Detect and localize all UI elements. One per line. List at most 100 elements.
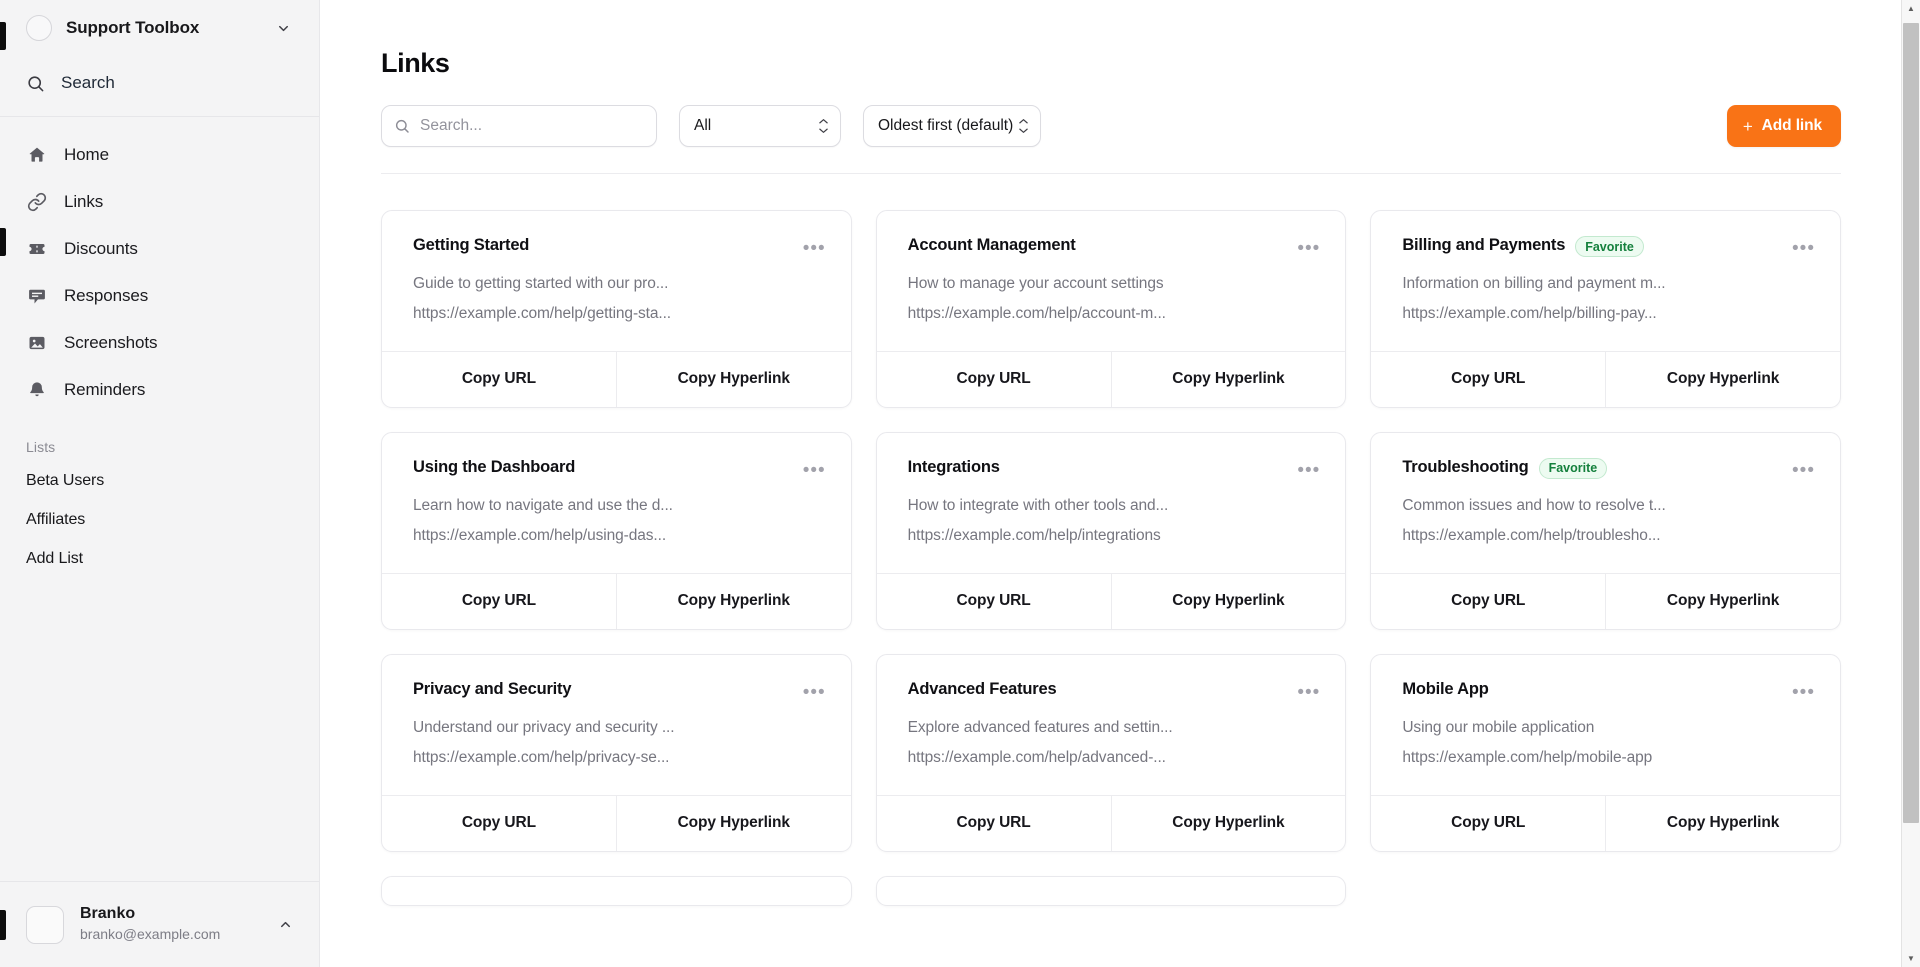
link-card-title: Privacy and Security [413, 679, 572, 698]
copy-hyperlink-button[interactable]: Copy Hyperlink [1605, 795, 1840, 851]
link-card-actions: Copy URL Copy Hyperlink [876, 794, 1346, 851]
copy-url-button[interactable]: Copy URL [877, 352, 1111, 407]
sidebar-list-beta-users[interactable]: Beta Users [0, 461, 319, 500]
page-title: Links [381, 48, 450, 78]
link-card-title: Troubleshooting [1402, 457, 1529, 476]
copy-url-button[interactable]: Copy URL [877, 574, 1111, 629]
status-badge: Favorite [1575, 236, 1644, 257]
link-card[interactable]: Billing and Payments Favorite ••• Informati… [1370, 210, 1841, 408]
copy-url-button[interactable]: Copy URL [1371, 352, 1605, 407]
sidebar-item-responses[interactable]: Responses [0, 272, 319, 319]
scrollbar-track[interactable] [1902, 17, 1920, 950]
filter-select[interactable]: All [679, 105, 841, 147]
link-card-body: Troubleshooting Favorite ••• Common issues … [1371, 433, 1840, 573]
ellipsis-icon[interactable]: ••• [800, 239, 829, 264]
image-icon [26, 332, 48, 354]
link-card-description: Common issues and how to resolve t... [1402, 496, 1666, 514]
copy-hyperlink-button[interactable]: Copy Hyperlink [1605, 573, 1840, 629]
link-card-body: Account Management ••• How to manage your … [877, 211, 1346, 351]
ellipsis-icon[interactable]: ••• [1789, 683, 1818, 708]
copy-hyperlink-button[interactable]: Copy Hyperlink [1110, 573, 1346, 629]
sort-select[interactable]: Oldest first (default) [863, 105, 1041, 147]
filter-select-value: All [694, 117, 712, 134]
chevron-updown-icon [1018, 118, 1029, 134]
link-card[interactable]: Mobile App ••• Using our mobile applicatio… [1370, 653, 1841, 852]
search-input[interactable] [420, 117, 644, 135]
link-card-body: Privacy and Security ••• Understand our pr… [382, 655, 851, 795]
workspace-avatar [26, 15, 52, 41]
sidebar-item-screenshots[interactable]: Screenshots [0, 319, 319, 366]
sidebar-search-label: Search [61, 73, 115, 92]
copy-hyperlink-button[interactable]: Copy Hyperlink [615, 573, 851, 629]
sidebar-item-home[interactable]: Home [0, 131, 319, 178]
sidebar-search[interactable]: Search [0, 56, 319, 110]
add-link-button[interactable]: + Add link [1726, 105, 1841, 147]
link-card[interactable]: Getting Started ••• Guide to getting start… [381, 210, 852, 408]
copy-url-button[interactable]: Copy URL [382, 352, 616, 407]
link-card-partial[interactable] [875, 875, 1347, 906]
user-email: branko@example.com [80, 926, 221, 943]
link-card[interactable]: Using the Dashboard ••• Learn how to navig… [381, 431, 852, 630]
chevron-updown-icon [818, 118, 829, 134]
link-card-header: Troubleshooting Favorite ••• [1402, 457, 1818, 486]
link-card-partial[interactable] [381, 875, 852, 906]
link-card-description: Learn how to navigate and use the d... [413, 496, 673, 514]
home-icon [26, 144, 48, 166]
ellipsis-icon[interactable]: ••• [1789, 239, 1818, 264]
link-card-url: https://example.com/help/account-m... [907, 304, 1166, 322]
copy-hyperlink-button[interactable]: Copy Hyperlink [1605, 351, 1840, 407]
link-card-url: https://example.com/help/using-das... [413, 526, 667, 544]
scrollbar[interactable]: ▲ ▼ [1901, 0, 1920, 967]
sidebar-item-label: Reminders [64, 379, 146, 399]
link-card[interactable]: Account Management ••• How to manage your … [875, 210, 1347, 408]
copy-url-button[interactable]: Copy URL [1371, 796, 1605, 851]
copy-url-button[interactable]: Copy URL [877, 796, 1111, 851]
user-account-button[interactable]: Branko branko@example.com [0, 881, 319, 967]
link-card[interactable]: Integrations ••• How to integrate with oth… [875, 431, 1347, 630]
triangle-up-icon[interactable]: ▲ [1902, 0, 1920, 17]
ellipsis-icon[interactable]: ••• [800, 683, 829, 708]
link-card-body: Advanced Features ••• Explore advanced fea… [877, 655, 1346, 795]
bell-icon [26, 379, 48, 401]
sidebar-item-reminders[interactable]: Reminders [0, 366, 319, 413]
workspace-switcher[interactable]: Support Toolbox [0, 0, 319, 56]
chat-icon [26, 285, 48, 307]
link-card-actions: Copy URL Copy Hyperlink [1371, 572, 1840, 629]
copy-url-button[interactable]: Copy URL [1371, 574, 1605, 629]
sidebar-item-links[interactable]: Links [0, 178, 319, 225]
scrollbar-thumb[interactable] [1902, 23, 1919, 823]
copy-url-button[interactable]: Copy URL [382, 574, 616, 629]
sidebar-list-add-list[interactable]: Add List [0, 539, 319, 578]
copy-hyperlink-button[interactable]: Copy Hyperlink [1110, 351, 1346, 407]
link-card-description: How to integrate with other tools and... [907, 496, 1169, 514]
triangle-down-icon[interactable]: ▼ [1902, 950, 1920, 967]
ellipsis-icon[interactable]: ••• [1789, 461, 1818, 486]
search-input-wrapper[interactable] [381, 105, 657, 147]
link-card[interactable]: Troubleshooting Favorite ••• Common issues … [1370, 431, 1841, 630]
link-card-description: Explore advanced features and settin... [907, 718, 1173, 736]
ellipsis-icon[interactable]: ••• [1294, 683, 1323, 708]
link-card-url: https://example.com/help/troublesho... [1402, 526, 1661, 544]
ellipsis-icon[interactable]: ••• [1294, 461, 1323, 486]
link-card-body: Billing and Payments Favorite ••• Informati… [1371, 211, 1840, 351]
ellipsis-icon[interactable]: ••• [1294, 239, 1323, 264]
sort-select-value: Oldest first (default) [878, 117, 1014, 134]
edge-indicator-user [0, 910, 6, 940]
sidebar-list-affiliates[interactable]: Affiliates [0, 500, 319, 539]
copy-hyperlink-button[interactable]: Copy Hyperlink [1110, 795, 1346, 851]
sidebar-item-discounts[interactable]: Discounts [0, 225, 319, 272]
ticket-icon [26, 238, 48, 260]
copy-hyperlink-button[interactable]: Copy Hyperlink [615, 351, 851, 407]
link-card-url: https://example.com/help/mobile-app [1402, 748, 1653, 766]
edge-indicator-top [0, 22, 6, 50]
copy-hyperlink-button[interactable]: Copy Hyperlink [615, 795, 851, 851]
link-card-actions: Copy URL Copy Hyperlink [1371, 350, 1840, 407]
link-card[interactable]: Advanced Features ••• Explore advanced fea… [875, 653, 1347, 852]
link-card[interactable]: Privacy and Security ••• Understand our pr… [381, 653, 852, 852]
copy-url-button[interactable]: Copy URL [382, 796, 616, 851]
sidebar-nav: Home Links Discounts Responses Screensho… [0, 117, 319, 413]
links-grid: Getting Started ••• Guide to getting start… [381, 210, 1841, 906]
ellipsis-icon[interactable]: ••• [800, 461, 829, 486]
link-card-description: Using our mobile application [1402, 718, 1595, 736]
link-card-actions: Copy URL Copy Hyperlink [382, 572, 851, 629]
